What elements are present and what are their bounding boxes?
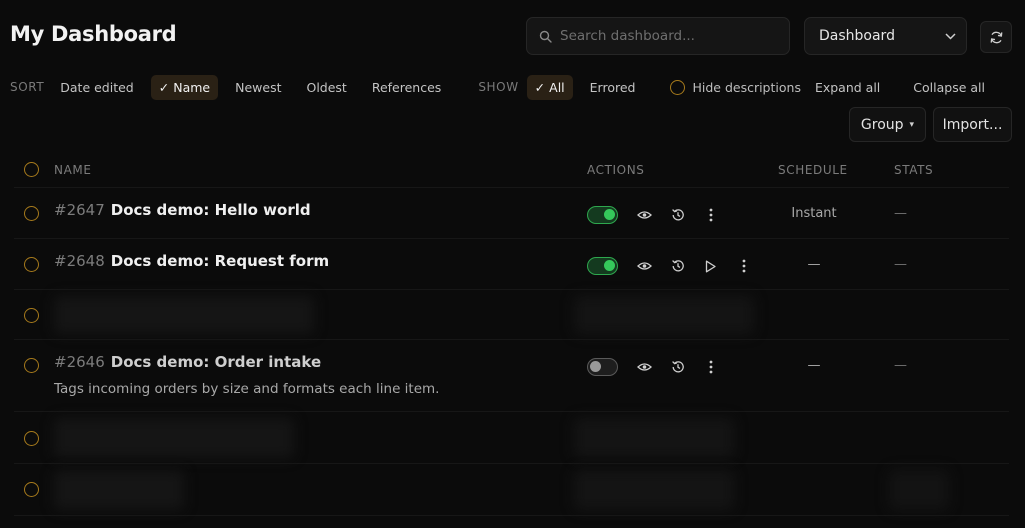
schedule-value: Instant <box>791 206 837 221</box>
eye-icon <box>637 363 652 371</box>
history-icon <box>671 361 684 373</box>
schedule-value: — <box>807 257 821 272</box>
workflow-name[interactable]: Docs demo: Hello world <box>111 201 311 219</box>
history-icon <box>671 260 684 272</box>
view-select-value: Dashboard <box>819 28 895 44</box>
refresh-button[interactable] <box>980 21 1012 53</box>
workflow-id: #2647 <box>54 201 105 219</box>
collapse-all-button[interactable]: Collapse all <box>905 75 993 100</box>
group-button[interactable]: Group ▾ <box>849 107 926 142</box>
group-button-label: Group <box>860 116 904 133</box>
stats-value: — <box>894 358 907 373</box>
more-vertical-icon <box>742 259 745 273</box>
show-errored[interactable]: Errored <box>582 75 644 100</box>
sort-name[interactable]: ✓ Name <box>150 74 219 100</box>
redacted-content <box>54 470 184 510</box>
workflow-description: Tags incoming orders by size and formats… <box>54 381 440 397</box>
hide-descriptions-toggle[interactable]: Hide descriptions <box>670 79 801 95</box>
search-icon <box>539 30 552 43</box>
row-select-checkbox[interactable] <box>24 482 39 497</box>
refresh-icon <box>990 31 1002 43</box>
redacted-content <box>574 296 754 334</box>
history-icon <box>671 209 684 221</box>
more-vertical-icon <box>709 208 712 222</box>
caret-down-icon: ▾ <box>909 119 915 130</box>
table-row[interactable] <box>14 412 1009 464</box>
schedule-value: — <box>807 358 821 373</box>
workflow-name[interactable]: Docs demo: Order intake <box>111 353 321 371</box>
view-button[interactable] <box>628 203 661 227</box>
workflow-id: #2648 <box>54 252 105 270</box>
hide-descriptions-label: Hide descriptions <box>692 79 801 95</box>
eye-icon <box>637 211 652 219</box>
check-icon: ✓ <box>534 79 546 95</box>
table-row[interactable]: #2646 Docs demo: Order intake Tags incomi… <box>14 340 1009 412</box>
workflow-id: #2646 <box>54 353 105 371</box>
filter-bar: SORT Date edited ✓ Name Newest Oldest Re… <box>10 73 1002 101</box>
more-button[interactable] <box>694 355 727 379</box>
history-button[interactable] <box>661 254 694 278</box>
redacted-content <box>54 418 294 458</box>
table-row[interactable]: #2648 Docs demo: Request form — — <box>14 239 1009 290</box>
table-header: NAME ACTIONS SCHEDULE STATS <box>14 152 1009 188</box>
column-name: NAME <box>54 163 92 177</box>
show-label: SHOW <box>478 80 519 94</box>
column-actions: ACTIONS <box>587 163 645 177</box>
expand-all-button[interactable]: Expand all <box>807 75 888 100</box>
more-button[interactable] <box>694 203 727 227</box>
enable-toggle[interactable] <box>587 206 618 224</box>
import-button-label: Import... <box>942 116 1003 133</box>
more-button[interactable] <box>727 254 760 278</box>
stats-value: — <box>894 257 907 272</box>
stats-value: — <box>894 206 907 221</box>
play-icon <box>705 260 716 272</box>
sort-name-label: Name <box>173 79 211 95</box>
import-button[interactable]: Import... <box>933 107 1012 142</box>
row-select-checkbox[interactable] <box>24 308 39 323</box>
enable-toggle[interactable] <box>587 358 618 376</box>
sort-newest[interactable]: Newest <box>227 75 289 100</box>
show-all[interactable]: ✓ All <box>526 74 573 100</box>
sort-oldest[interactable]: Oldest <box>298 75 354 100</box>
redacted-content <box>889 470 949 510</box>
history-button[interactable] <box>661 203 694 227</box>
row-select-checkbox[interactable] <box>24 431 39 446</box>
radio-circle-icon <box>670 79 686 95</box>
search-input[interactable] <box>560 28 770 44</box>
redacted-content <box>54 296 314 334</box>
redacted-content <box>574 470 734 510</box>
row-select-checkbox[interactable] <box>24 358 39 373</box>
redacted-content <box>574 418 734 458</box>
sort-references[interactable]: References <box>364 75 449 100</box>
search-box[interactable] <box>526 17 790 55</box>
history-button[interactable] <box>661 355 694 379</box>
column-stats: STATS <box>894 163 934 177</box>
row-select-checkbox[interactable] <box>24 257 39 272</box>
sort-label: SORT <box>10 80 45 94</box>
view-button[interactable] <box>628 254 661 278</box>
row-select-checkbox[interactable] <box>24 206 39 221</box>
view-button[interactable] <box>628 355 661 379</box>
more-vertical-icon <box>709 360 712 374</box>
select-all-checkbox[interactable] <box>24 162 39 177</box>
table-row[interactable]: #2647 Docs demo: Hello world Instant — <box>14 188 1009 239</box>
enable-toggle[interactable] <box>587 257 618 275</box>
sort-date-edited[interactable]: Date edited <box>52 75 141 100</box>
column-schedule: SCHEDULE <box>778 163 848 177</box>
check-icon: ✓ <box>158 79 170 95</box>
eye-icon <box>637 262 652 270</box>
run-button[interactable] <box>694 254 727 278</box>
show-all-label: All <box>549 79 565 95</box>
chevron-down-icon <box>945 32 956 40</box>
table-row[interactable] <box>14 290 1009 340</box>
page-title: My Dashboard <box>10 22 177 46</box>
table-row[interactable] <box>14 464 1009 516</box>
workflow-name[interactable]: Docs demo: Request form <box>111 252 329 270</box>
view-select[interactable]: Dashboard <box>804 17 967 55</box>
